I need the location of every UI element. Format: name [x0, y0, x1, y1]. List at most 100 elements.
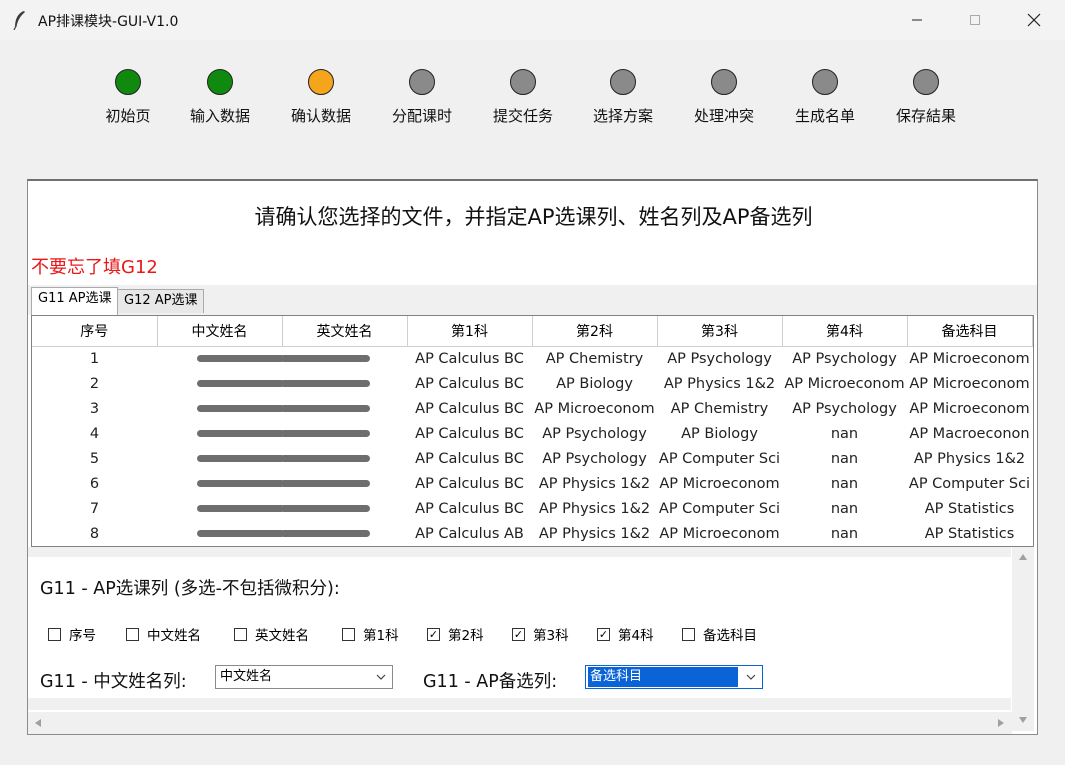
chevron-down-icon: [746, 674, 756, 680]
redacted-english-name: [282, 471, 407, 496]
table-cell: AP Calculus BC: [415, 475, 524, 492]
checkbox-label: 第3科: [533, 628, 569, 644]
checkbox-box[interactable]: [234, 627, 247, 641]
close-button[interactable]: [1005, 0, 1063, 40]
table-row[interactable]: 7 AP Calculus BC AP Physics 1&2 AP Compu…: [32, 496, 1032, 521]
data-table: 序号 中文姓名 英文姓名 第1科 第2科 第3科 第4科 备选科目 1 AP C…: [31, 315, 1034, 547]
scroll-left-icon[interactable]: [34, 718, 42, 728]
divider: [28, 547, 1011, 557]
table-row[interactable]: 2 AP Calculus BC AP Biology AP Physics 1…: [32, 371, 1032, 396]
column-settings-panel: G11 - AP选课列 (多选-不包括微积分): 序号 中文姓名 英文姓名 第1…: [28, 558, 1011, 698]
table-cell: AP Physics 1&2: [538, 500, 651, 517]
column-header[interactable]: 序号: [32, 316, 158, 347]
table-row[interactable]: 3 AP Calculus BC AP Microeconom AP Chemi…: [32, 396, 1032, 421]
step-label: 处理冲突: [693, 107, 754, 125]
table-cell: AP Physics 1&2: [538, 475, 651, 492]
maximize-icon: [970, 15, 980, 25]
table-row[interactable]: 5 AP Calculus BC AP Psychology AP Comput…: [32, 446, 1032, 471]
select-value: 备选科目: [588, 667, 738, 687]
close-icon: [1027, 13, 1041, 27]
table-row[interactable]: 8 AP Calculus AB AP Physics 1&2 AP Micro…: [32, 521, 1032, 546]
table-cell: 8: [89, 525, 100, 542]
table-cell: 7: [89, 500, 100, 517]
table-cell: AP Microeconom: [659, 475, 780, 492]
table-cell: nan: [830, 500, 859, 517]
window-title: AP排课模块-GUI-V1.0: [38, 14, 179, 30]
checkbox-subject-1[interactable]: 第1科: [342, 624, 399, 644]
checkbox-english-name[interactable]: 英文姓名: [234, 624, 309, 644]
table-cell: AP Calculus BC: [415, 425, 524, 442]
minimize-icon: [912, 19, 922, 21]
name-column-select[interactable]: 中文姓名: [215, 665, 393, 689]
column-header[interactable]: 备选科目: [907, 316, 1033, 347]
panel-footer: [28, 698, 1011, 710]
step-allocate-hours: 分配课时: [367, 66, 477, 126]
checkbox-label: 备选科目: [703, 628, 757, 644]
checkbox-box[interactable]: ✓: [512, 627, 525, 641]
step-label: 确认数据: [290, 107, 351, 125]
column-header[interactable]: 第4科: [782, 316, 908, 347]
table-cell: 4: [89, 425, 100, 442]
table-cell: AP Calculus AB: [415, 525, 524, 542]
redacted-chinese-name: [157, 396, 282, 421]
scroll-right-icon[interactable]: [997, 718, 1005, 728]
step-status-dot: [409, 69, 435, 95]
checkbox-box[interactable]: [682, 627, 695, 641]
checkbox-subject-3[interactable]: ✓ 第3科: [512, 624, 569, 644]
table-cell: AP Biology: [556, 375, 633, 392]
table-cell: AP Microeconom: [909, 350, 1030, 367]
tab-g11-ap[interactable]: G11 AP选课: [31, 287, 119, 315]
redacted-english-name: [282, 346, 407, 371]
tab-bar: G11 AP选课 G12 AP选课: [28, 285, 1037, 315]
step-status-dot: [913, 69, 939, 95]
column-header[interactable]: 英文姓名: [282, 316, 408, 347]
checkbox-serial[interactable]: 序号: [48, 624, 96, 644]
column-header[interactable]: 第3科: [657, 316, 783, 347]
name-column-label: G11 - 中文姓名列:: [40, 672, 187, 692]
step-handle-conflicts: 处理冲突: [669, 66, 779, 126]
table-cell: AP Statistics: [924, 525, 1015, 542]
checkbox-box[interactable]: ✓: [597, 627, 610, 641]
checkbox-box[interactable]: [126, 627, 139, 641]
checkbox-box[interactable]: [342, 627, 355, 641]
scroll-down-icon[interactable]: [1018, 716, 1028, 724]
alternate-column-select[interactable]: 备选科目: [585, 665, 763, 689]
step-confirm-data: 确认数据: [266, 66, 376, 126]
table-cell: AP Physics 1&2: [663, 375, 776, 392]
scroll-up-icon[interactable]: [1018, 553, 1028, 561]
step-status-dot: [510, 69, 536, 95]
table-cell: AP Calculus BC: [415, 375, 524, 392]
table-cell: AP Microeconom: [534, 400, 655, 417]
step-label: 保存結果: [895, 107, 956, 125]
tab-g12-ap[interactable]: G12 AP选课: [117, 289, 205, 313]
column-header[interactable]: 第1科: [407, 316, 533, 347]
step-status-dot: [115, 69, 141, 95]
checkbox-alternate-subject[interactable]: 备选科目: [682, 624, 757, 644]
table-cell: 2: [89, 375, 100, 392]
table-cell: AP Physics 1&2: [913, 450, 1026, 467]
horizontal-scrollbar[interactable]: [28, 712, 1012, 734]
table-row[interactable]: 6 AP Calculus BC AP Physics 1&2 AP Micro…: [32, 471, 1032, 496]
checkbox-box[interactable]: [48, 627, 61, 641]
table-row[interactable]: 1 AP Calculus BC AP Chemistry AP Psychol…: [32, 346, 1032, 371]
redacted-english-name: [282, 421, 407, 446]
table-cell: nan: [830, 425, 859, 442]
checkbox-subject-4[interactable]: ✓ 第4科: [597, 624, 654, 644]
step-label: 选择方案: [592, 107, 653, 125]
checkbox-subject-2[interactable]: ✓ 第2科: [427, 624, 484, 644]
column-header[interactable]: 中文姓名: [157, 316, 283, 347]
table-cell: AP Microeconom: [784, 375, 905, 392]
table-row[interactable]: 4 AP Calculus BC AP Psychology AP Biolog…: [32, 421, 1032, 446]
maximize-button[interactable]: [946, 0, 1004, 40]
table-cell: AP Calculus BC: [415, 500, 524, 517]
checkbox-box[interactable]: ✓: [427, 627, 440, 641]
table-cell: AP Psychology: [542, 450, 647, 467]
table-cell: AP Calculus BC: [415, 400, 524, 417]
step-status-dot: [610, 69, 636, 95]
column-header[interactable]: 第2科: [532, 316, 658, 347]
step-label: 生成名单: [794, 107, 855, 125]
vertical-scrollbar[interactable]: [1012, 547, 1034, 731]
checkbox-chinese-name[interactable]: 中文姓名: [126, 624, 201, 644]
checkbox-label: 第2科: [448, 628, 484, 644]
minimize-button[interactable]: [888, 0, 946, 40]
